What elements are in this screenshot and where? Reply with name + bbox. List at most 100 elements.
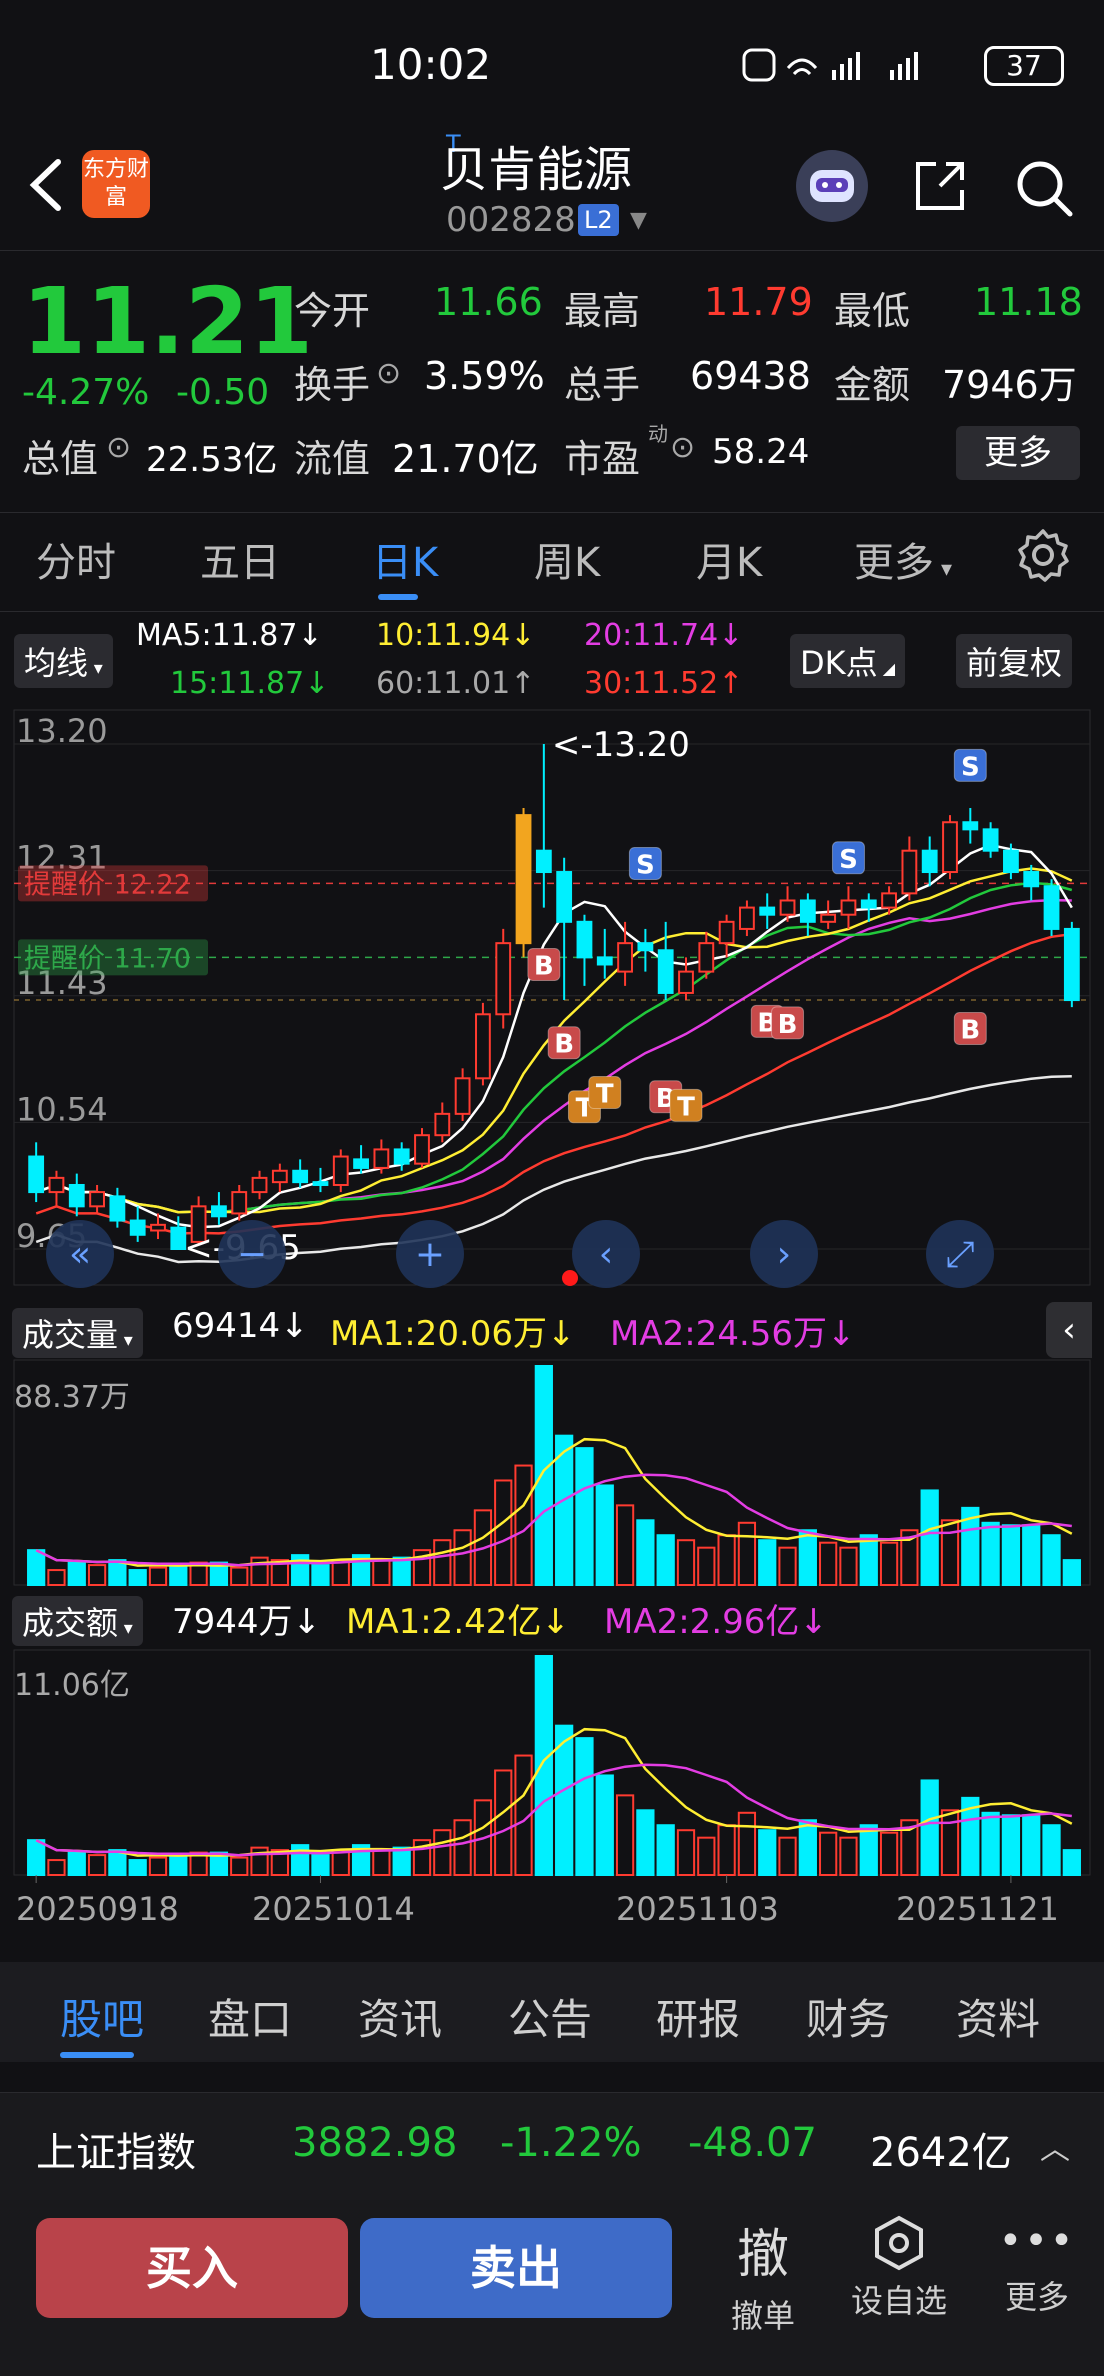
- candle-body: [901, 849, 918, 895]
- volume-bar: [940, 1519, 960, 1587]
- more-actions-button[interactable]: ••• 更多: [982, 2206, 1092, 2356]
- kline-chart[interactable]: 13.2012.3111.4310.549.65提醒价 12.22提醒价 11.…: [0, 700, 1104, 1890]
- alert-price-label: 提醒价 11.70: [24, 943, 191, 974]
- tab-weekly-k[interactable]: 周K: [534, 530, 600, 588]
- back-arrow-icon[interactable]: [22, 150, 72, 220]
- amount-bar: [494, 1769, 513, 1877]
- volume-bar: [311, 1564, 330, 1586]
- volume-bar: [1062, 1559, 1081, 1587]
- tab-order-book[interactable]: 盘口: [208, 1986, 292, 2047]
- amount-bar: [575, 1737, 594, 1876]
- candle-body: [820, 913, 837, 923]
- tab-research[interactable]: 研报: [656, 1986, 740, 2047]
- chevron-up-icon[interactable]: ︿: [1040, 2124, 1070, 2168]
- amount-axis-max: 11.06亿: [14, 1668, 130, 1703]
- tab-five-day[interactable]: 五日: [200, 530, 280, 588]
- stock-code: 002828: [446, 200, 576, 240]
- amount-bar: [656, 1824, 675, 1877]
- volume-bar: [128, 1569, 147, 1586]
- amount-bar: [392, 1846, 411, 1876]
- add-watchlist-button[interactable]: 设自选: [844, 2206, 954, 2356]
- volume-ma2: MA2:24.56万↓: [610, 1314, 856, 1354]
- candle-body: [109, 1195, 126, 1222]
- quote-more-button[interactable]: 更多: [956, 426, 1080, 480]
- tab-financials[interactable]: 财务: [806, 1986, 890, 2047]
- candle-body: [596, 956, 613, 966]
- info-icon[interactable]: ⊙: [106, 430, 131, 465]
- amount-bar: [67, 1851, 86, 1877]
- ma20-value: 20:11.74↓: [584, 618, 744, 653]
- tab-announcements[interactable]: 公告: [508, 1986, 592, 2047]
- index-value: 3882.98: [292, 2120, 458, 2166]
- hexagon-icon: [844, 2214, 954, 2276]
- candle-body: [373, 1148, 390, 1169]
- level2-badge[interactable]: L2: [578, 204, 619, 236]
- amount-bar: [453, 1819, 472, 1876]
- tab-news[interactable]: 资讯: [358, 1986, 442, 2047]
- robot-assistant-icon[interactable]: [796, 150, 868, 222]
- caret-down-icon: ▾: [118, 1330, 133, 1351]
- cancel-order-icon: 撤: [736, 2225, 789, 2285]
- zoom-in-icon: +: [415, 1234, 445, 1275]
- turnover-label: 换手: [294, 363, 371, 407]
- candle-body: [1063, 927, 1080, 1002]
- tab-more[interactable]: 更多 ▾: [854, 530, 952, 588]
- tab-monthly-k[interactable]: 月K: [696, 530, 762, 588]
- amount-bar: [920, 1779, 939, 1876]
- tab-guba[interactable]: 股吧: [60, 1986, 144, 2047]
- candle-body: [332, 1155, 349, 1186]
- tab-daily-k[interactable]: 日K: [372, 530, 438, 588]
- chevron-down-icon[interactable]: ▼: [630, 208, 647, 233]
- market-cap-label: 总值: [22, 437, 99, 481]
- index-amount: 2642亿: [870, 2130, 1012, 2176]
- dk-point-button[interactable]: DK点 ◢: [790, 634, 906, 688]
- cancel-order-button[interactable]: 撤 撤单: [708, 2206, 818, 2356]
- candle-body: [454, 1077, 471, 1115]
- candle-body: [556, 871, 573, 923]
- amount-bar: [676, 1829, 696, 1877]
- amount-ma2-line: [35, 1763, 1072, 1857]
- max-price-marker: <-13.20: [552, 725, 690, 765]
- collapse-panel-icon[interactable]: ‹: [1046, 1302, 1092, 1358]
- amount-ma1: MA1:2.42亿↓: [346, 1602, 570, 1642]
- amount-ma2: MA2:2.96亿↓: [604, 1602, 828, 1642]
- signal-icons: [740, 44, 970, 92]
- absolute-change: -0.50: [176, 372, 270, 413]
- high-value: 11.79: [704, 280, 813, 324]
- adjust-button[interactable]: 前复权: [956, 634, 1073, 688]
- amount-bar: [819, 1831, 838, 1877]
- buy-button[interactable]: 买入: [36, 2218, 348, 2318]
- info-icon[interactable]: ⊙: [376, 356, 401, 391]
- candle-body: [1003, 849, 1019, 874]
- candle-body: [48, 1176, 65, 1194]
- last-price: 11.21: [22, 268, 314, 375]
- tab-intraday[interactable]: 分时: [36, 530, 116, 588]
- volume-bar: [47, 1569, 66, 1586]
- volume-label: 总手: [564, 363, 641, 407]
- candle-body: [495, 942, 512, 1016]
- cancel-order-label: 撤单: [730, 2297, 795, 2335]
- tab-profile[interactable]: 资料: [956, 1986, 1040, 2047]
- share-icon[interactable]: [910, 156, 970, 216]
- volume-indicator-select[interactable]: 成交量 ▾: [12, 1308, 143, 1358]
- candle-body: [353, 1158, 369, 1169]
- status-time: 10:02: [370, 40, 492, 89]
- ma-toggle-button[interactable]: 均线 ▾: [14, 634, 113, 688]
- volume-bar: [494, 1479, 513, 1587]
- stock-name[interactable]: 贝肯能源: [440, 130, 632, 200]
- candle-body: [1023, 871, 1040, 888]
- volume-ma2-line: [35, 1473, 1072, 1567]
- date-label: 20251103: [616, 1890, 779, 1928]
- info-icon[interactable]: ⊙: [670, 430, 695, 465]
- volume-bar: [453, 1529, 472, 1586]
- amount-label: 金额: [834, 363, 911, 407]
- amount-bar: [1001, 1814, 1021, 1876]
- sell-button[interactable]: 卖出: [360, 2218, 672, 2318]
- search-icon[interactable]: [1012, 156, 1076, 220]
- candle-body: [718, 920, 735, 945]
- gear-icon[interactable]: [1014, 526, 1072, 584]
- caret-down-icon: ▾: [118, 1618, 133, 1639]
- amount-indicator-select[interactable]: 成交额 ▾: [12, 1596, 143, 1646]
- turnover-value: 3.59%: [424, 354, 545, 398]
- amount-bar: [230, 1856, 249, 1877]
